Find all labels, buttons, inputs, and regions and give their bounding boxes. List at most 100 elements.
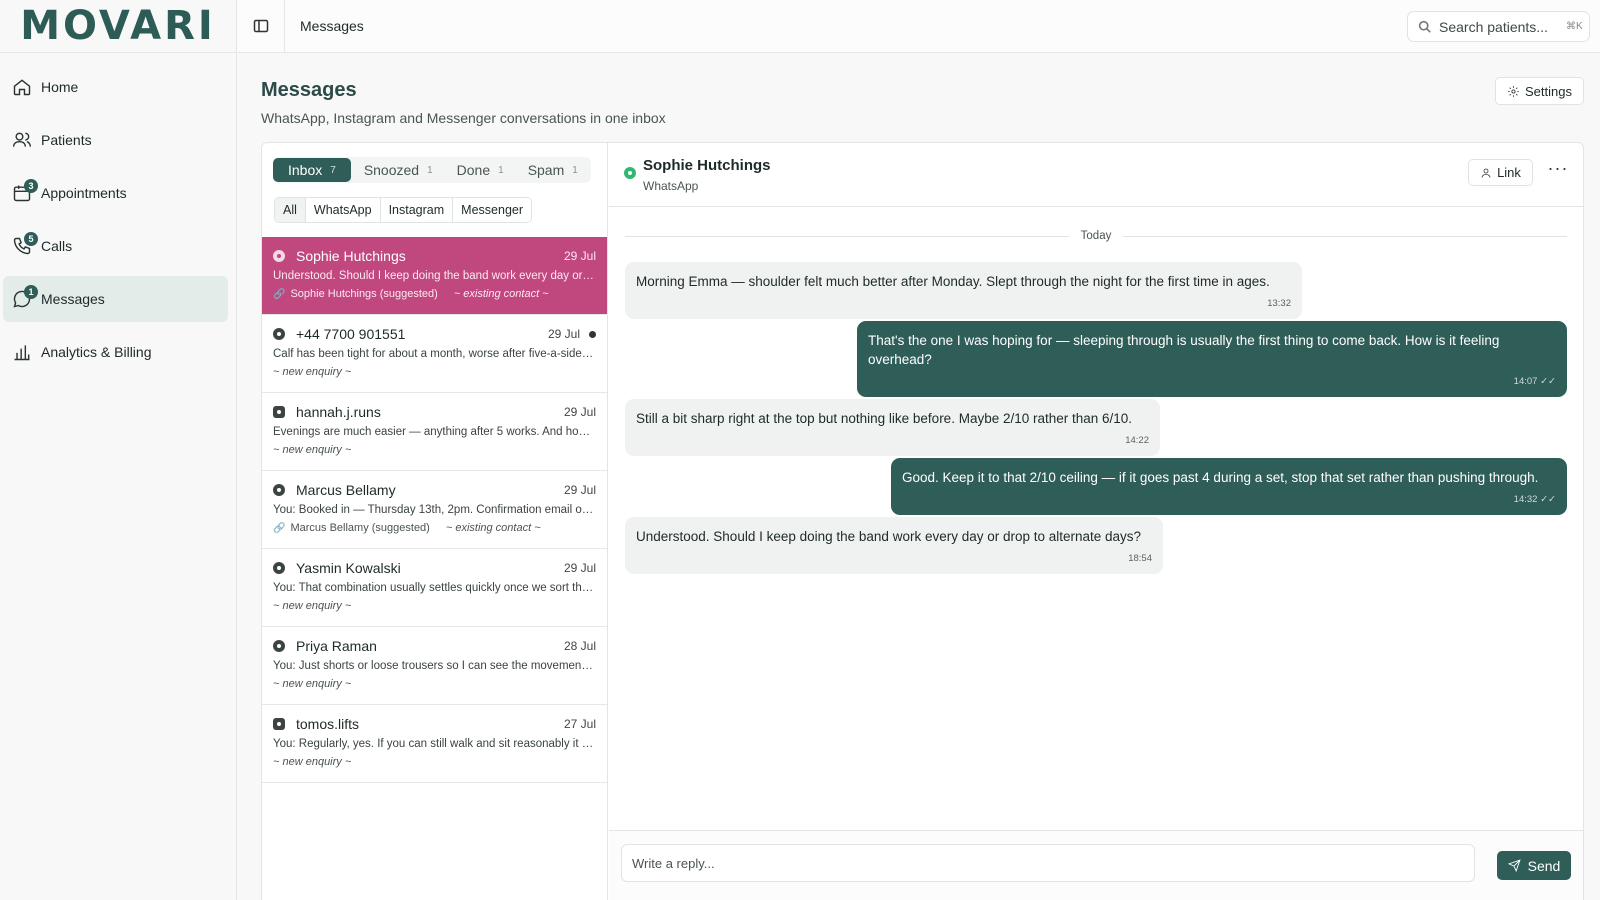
contact-tag: ~ new enquiry ~	[273, 756, 352, 768]
conversation-name: Sophie Hutchings	[296, 248, 406, 264]
tab-done[interactable]: Done 1	[446, 158, 515, 182]
conversation-preview: You: Regularly, yes. If you can still wa…	[273, 738, 595, 750]
users-icon	[11, 129, 33, 151]
tab-label: Spam	[527, 162, 565, 178]
conversation-date: 28 Jul	[563, 639, 596, 653]
conversation-list-column: Inbox 7 Snoozed 1 Done 1 Spam 1 All What…	[262, 143, 608, 900]
conversation-item[interactable]: +44 7700 901551 29 Jul Calf has been tig…	[262, 315, 607, 393]
home-icon	[11, 76, 33, 98]
suggested-contact[interactable]: Marcus Bellamy (suggested)	[290, 522, 429, 534]
message-time: 13:32	[1267, 298, 1291, 309]
message-text: Morning Emma — shoulder felt much better…	[636, 274, 1270, 289]
conversation-name: +44 7700 901551	[296, 326, 406, 342]
message-bubble-outgoing: That's the one I was hoping for — sleepi…	[857, 321, 1567, 397]
keyboard-shortcut: ⌘K	[1566, 21, 1583, 32]
tab-count: 1	[498, 164, 504, 176]
link-contact-button[interactable]: Link	[1468, 159, 1533, 186]
tab-count: 7	[330, 164, 336, 176]
page-title: Messages	[261, 79, 357, 101]
filter-instagram[interactable]: Instagram	[380, 198, 454, 222]
filter-whatsapp[interactable]: WhatsApp	[305, 198, 381, 222]
message-text: That's the one I was hoping for — sleepi…	[868, 333, 1500, 367]
suggested-contact[interactable]: Sophie Hutchings (suggested)	[290, 288, 437, 300]
settings-button[interactable]: Settings	[1495, 77, 1584, 105]
filter-messenger[interactable]: Messenger	[453, 198, 532, 222]
topbar: Messages ⌘K	[238, 0, 1600, 53]
conversation-item[interactable]: tomos.lifts 27 Jul You: Regularly, yes. …	[262, 705, 607, 783]
sidebar-item-appointments[interactable]: 3 Appointments	[3, 170, 228, 216]
logo-text: MOVARI	[20, 3, 216, 49]
messenger-icon	[273, 562, 285, 574]
sidebar-item-label: Appointments	[41, 185, 127, 201]
send-button[interactable]: Send	[1497, 851, 1571, 880]
message-bubble-outgoing: Good. Keep it to that 2/10 ceiling — if …	[891, 458, 1567, 515]
conversation-item[interactable]: hannah.j.runs 29 Jul Evenings are much e…	[262, 393, 607, 471]
panel-left-icon	[253, 19, 269, 33]
sidebar-item-analytics-billing[interactable]: Analytics & Billing	[3, 329, 228, 375]
more-options-button[interactable]: ···	[1545, 158, 1571, 184]
conversation-item[interactable]: Priya Raman 28 Jul You: Just shorts or l…	[262, 627, 607, 705]
message-text: Good. Keep it to that 2/10 ceiling — if …	[902, 470, 1539, 485]
message-text: Understood. Should I keep doing the band…	[636, 529, 1142, 544]
notification-badge: 5	[24, 232, 38, 246]
message-bubble-incoming: Still a bit sharp right at the top but n…	[625, 399, 1160, 456]
filter-all[interactable]: All	[275, 198, 306, 222]
conversation-item[interactable]: Sophie Hutchings 29 Jul Understood. Shou…	[262, 237, 607, 315]
contact-tag: ~ new enquiry ~	[273, 444, 352, 456]
conversation-preview: Understood. Should I keep doing the band…	[273, 270, 595, 282]
sidebar-item-messages[interactable]: 1 Messages	[3, 276, 228, 322]
conversation-name: tomos.lifts	[296, 716, 360, 732]
conversation-preview: Evenings are much easier — anything afte…	[273, 426, 595, 438]
instagram-icon	[273, 406, 285, 418]
inbox-panel: Inbox 7 Snoozed 1 Done 1 Spam 1 All What…	[261, 142, 1584, 900]
conversation-preview: Calf has been tight for about a month, w…	[273, 348, 595, 360]
conversation-date: 29 Jul	[547, 327, 580, 341]
sidebar-item-calls[interactable]: 5 Calls	[3, 223, 228, 269]
conversation-date: 29 Jul	[563, 561, 596, 575]
notification-badge: 3	[24, 179, 38, 193]
sidebar: MOVARI Home Patients 3 Appointments 5 Ca…	[0, 0, 237, 900]
conversation-item[interactable]: Yasmin Kowalski 29 Jul You: That combina…	[262, 549, 607, 627]
tab-spam[interactable]: Spam 1	[517, 158, 589, 182]
conversation-name: Yasmin Kowalski	[296, 560, 401, 576]
instagram-icon	[273, 718, 285, 730]
sidebar-item-patients[interactable]: Patients	[3, 117, 228, 163]
user-icon	[1481, 168, 1491, 178]
search-input[interactable]	[1439, 18, 1564, 35]
search-box[interactable]: ⌘K	[1407, 11, 1590, 42]
conversation-name: Marcus Bellamy	[296, 482, 396, 498]
whatsapp-icon	[273, 484, 285, 496]
sidebar-item-home[interactable]: Home	[3, 64, 228, 110]
link-icon: 🔗	[273, 288, 286, 300]
sidebar-toggle-button[interactable]	[238, 0, 285, 53]
contact-tag: ~ existing contact ~	[453, 288, 549, 300]
conversation-preview: You: That combination usually settles qu…	[273, 582, 595, 594]
logo[interactable]: MOVARI	[0, 0, 236, 53]
tab-inbox[interactable]: Inbox 7	[273, 158, 351, 182]
bar-chart-icon	[11, 341, 33, 363]
conversation-item[interactable]: Marcus Bellamy 29 Jul You: Booked in — T…	[262, 471, 607, 549]
message-time: 14:07 ✓✓	[1513, 376, 1556, 387]
chat-panel: Sophie Hutchings WhatsApp Link ··· Today…	[609, 143, 1583, 900]
link-label: Link	[1497, 165, 1521, 180]
reply-input[interactable]	[621, 844, 1475, 882]
settings-label: Settings	[1525, 83, 1572, 99]
sidebar-item-label: Patients	[41, 132, 92, 148]
contact-tag: ~ new enquiry ~	[273, 600, 352, 612]
message-bubble-incoming: Understood. Should I keep doing the band…	[625, 517, 1163, 574]
conversation-name: hannah.j.runs	[296, 404, 381, 420]
tab-count: 1	[572, 164, 578, 176]
tab-snoozed[interactable]: Snoozed 1	[353, 158, 444, 182]
chat-channel-label: WhatsApp	[643, 179, 699, 193]
tab-count: 1	[427, 164, 433, 176]
chat-header: Sophie Hutchings WhatsApp Link ···	[609, 143, 1583, 207]
page-subtitle: WhatsApp, Instagram and Messenger conver…	[261, 110, 666, 126]
conversation-date: 27 Jul	[563, 717, 596, 731]
sidebar-item-label: Home	[41, 79, 79, 95]
tab-label: Done	[456, 162, 491, 178]
message-bubble-incoming: Morning Emma — shoulder felt much better…	[625, 262, 1302, 319]
conversation-date: 29 Jul	[563, 405, 596, 419]
whatsapp-icon	[273, 328, 285, 340]
link-icon: 🔗	[273, 522, 286, 534]
sidebar-nav: Home Patients 3 Appointments 5 Calls 1 M…	[0, 53, 236, 375]
